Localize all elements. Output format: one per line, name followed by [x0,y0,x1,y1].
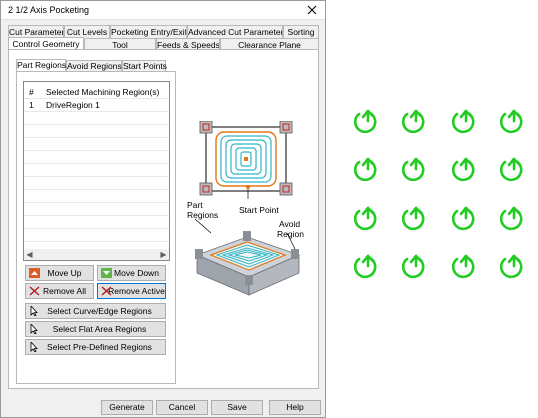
cursor-arrow-icon [30,306,38,316]
list-item-name: DriveRegion 1 [46,100,100,110]
select-pre-defined-regions-button[interactable]: Select Pre-Defined Regions [25,339,166,355]
green-circular-arrow-icon [401,206,425,231]
cursor-arrow-icon [30,342,38,352]
select-predefined-label: Select Pre-Defined Regions [47,342,152,352]
list-item[interactable]: 1 DriveRegion 1 [24,99,169,112]
list-row-empty [24,138,169,151]
generate-button[interactable]: Generate [101,400,153,415]
scroll-right-icon[interactable]: ▶ [158,249,169,260]
help-button[interactable]: Help [269,400,321,415]
move-down-label: Move Down [114,268,159,278]
green-circular-arrow-icon [451,254,475,279]
pocket-top-view-illustration [199,121,293,199]
select-flat-area-regions-button[interactable]: Select Flat Area Regions [25,321,166,337]
move-down-button[interactable]: Move Down [97,265,166,281]
cancel-button[interactable]: Cancel [156,400,208,415]
remove-active-label: Remove Active [108,286,165,296]
close-icon[interactable] [305,3,319,17]
horizontal-scrollbar[interactable]: ◀ ▶ [24,249,169,260]
green-circular-arrow-icon [353,254,377,279]
remove-all-label: Remove All [43,286,86,296]
list-item-num: 1 [29,100,34,110]
list-row-empty [24,112,169,125]
green-circular-arrow-icon [451,157,475,182]
list-header: # Selected Machining Region(s) [24,86,169,99]
green-circular-arrow-icon [451,109,475,134]
tab-sorting[interactable]: Sorting [283,25,319,38]
window-title: 2 1/2 Axis Pocketing [8,5,90,15]
list-row-empty [24,151,169,164]
move-down-icon [101,268,112,278]
green-circular-arrow-icon [499,157,523,182]
tab-pocketing-entry-exit[interactable]: Pocketing Entry/Exit [110,25,187,38]
green-circular-arrow-icon [401,254,425,279]
remove-active-button[interactable]: Remove Active [97,283,166,299]
start-point-label: Start Point [239,205,279,215]
list-row-empty [24,177,169,190]
list-row-empty [24,125,169,138]
pocketing-dialog: 2 1/2 Axis Pocketing Cut Parameters Cut … [0,0,326,418]
tab-advanced-cut-parameters[interactable]: Advanced Cut Parameters [187,25,283,38]
save-button[interactable]: Save [211,400,263,415]
green-circular-arrow-icon [451,206,475,231]
part-regions-label-line1: Part [187,200,203,210]
move-up-label: Move Up [47,268,82,278]
select-flat-label: Select Flat Area Regions [52,324,147,334]
col-header-num: # [29,87,34,97]
pocket-isometric-illustration [194,219,301,296]
title-bar: 2 1/2 Axis Pocketing [1,1,325,20]
cursor-arrow-icon [30,324,38,334]
scroll-left-icon[interactable]: ◀ [24,249,35,260]
remove-all-button[interactable]: Remove All [25,283,94,299]
list-row-empty [24,203,169,216]
move-up-button[interactable]: Move Up [25,265,94,281]
list-row-empty [24,190,169,203]
green-circular-arrow-icon [499,109,523,134]
list-row-empty [24,229,169,242]
green-circular-arrow-icon [353,157,377,182]
list-row-empty [24,164,169,177]
green-circular-arrow-icon [353,206,377,231]
green-circular-arrow-icon [401,157,425,182]
machining-regions-list[interactable]: # Selected Machining Region(s) 1 DriveRe… [23,81,170,261]
green-circular-arrow-icon [401,109,425,134]
move-up-icon [29,268,40,278]
select-curve-label: Select Curve/Edge Regions [47,306,152,316]
remove-x-icon [101,286,112,296]
remove-x-icon [29,286,40,296]
green-circular-arrow-icon [499,206,523,231]
list-row-empty [24,216,169,229]
green-circular-arrow-icon [353,109,377,134]
green-circular-arrow-icon [499,254,523,279]
col-header-region: Selected Machining Region(s) [46,87,160,97]
select-curve-edge-regions-button[interactable]: Select Curve/Edge Regions [25,303,166,319]
